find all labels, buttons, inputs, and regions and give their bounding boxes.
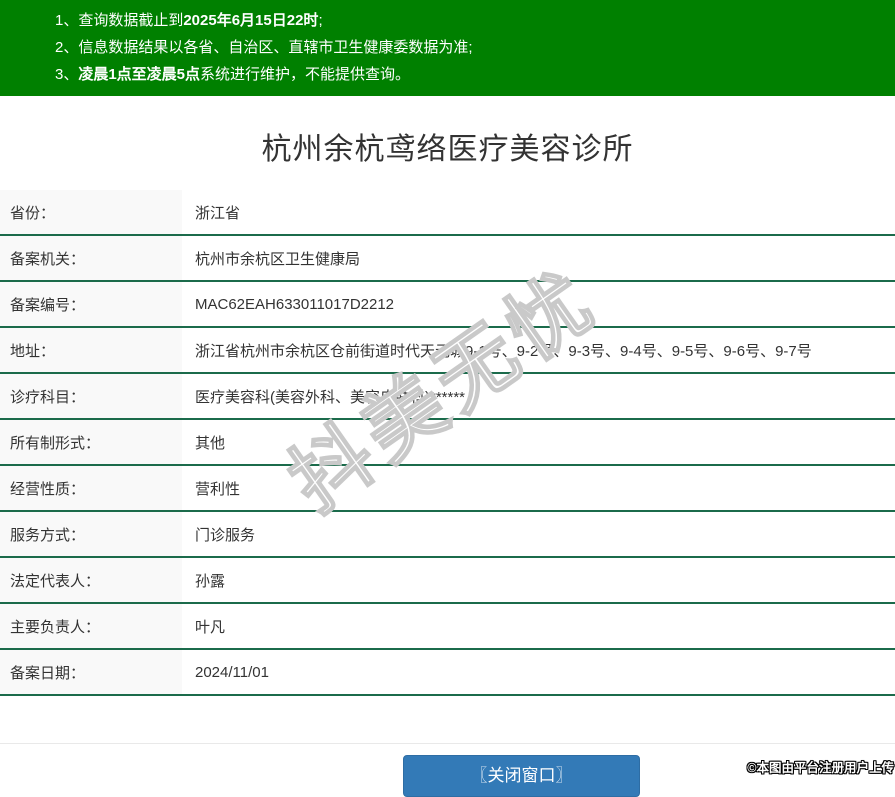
table-row: 诊疗科目： 医疗美容科(美容外科、美容皮肤科)****** xyxy=(0,374,895,420)
row-label: 备案机关： xyxy=(0,236,182,280)
row-value: 2024/11/01 xyxy=(195,663,269,681)
notice-line-2: 2、信息数据结果以各省、自治区、直辖市卫生健康委数据为准; xyxy=(55,34,885,61)
row-label: 所有制形式： xyxy=(0,420,182,464)
row-value: 浙江省杭州市余杭区仓前街道时代天元城9-1号、9-2号、9-3号、9-4号、9-… xyxy=(195,342,812,360)
notice-3-bold: 凌晨1点至凌晨5点 xyxy=(78,66,201,83)
notice-1-text: 1、查询数据截止到 xyxy=(55,12,184,29)
table-row: 备案机关： 杭州市余杭区卫生健康局 xyxy=(0,236,895,282)
row-label: 备案日期： xyxy=(0,650,182,694)
row-label: 诊疗科目： xyxy=(0,374,182,418)
footer-divider xyxy=(0,743,895,744)
table-row: 经营性质： 营利性 xyxy=(0,466,895,512)
row-label: 地址： xyxy=(0,328,182,372)
row-value: 其他 xyxy=(195,434,226,452)
table-row: 主要负责人： 叶凡 xyxy=(0,604,895,650)
notice-1-bold: 2025年6月15日22时 xyxy=(183,12,319,29)
institution-info-table: 省份： 浙江省 备案机关： 杭州市余杭区卫生健康局 备案编号： MAC62EAH… xyxy=(0,190,895,696)
row-value: 孙露 xyxy=(195,572,226,590)
row-value: 浙江省 xyxy=(195,204,241,222)
row-label: 备案编号： xyxy=(0,282,182,326)
platform-upload-stamp: ©本图由平台注册用户上传 xyxy=(747,761,894,775)
table-row: 地址： 浙江省杭州市余杭区仓前街道时代天元城9-1号、9-2号、9-3号、9-4… xyxy=(0,328,895,374)
notice-line-3: 3、凌晨1点至凌晨5点系统进行维护，不能提供查询。 xyxy=(55,61,885,88)
row-label: 省份： xyxy=(0,190,182,234)
notice-bar: 1、查询数据截止到2025年6月15日22时; 2、信息数据结果以各省、自治区、… xyxy=(0,0,895,96)
row-label: 经营性质： xyxy=(0,466,182,510)
notice-2-text: 2、信息数据结果以各省、自治区、直辖市卫生健康委数据为准; xyxy=(55,39,473,56)
table-row: 备案日期： 2024/11/01 xyxy=(0,650,895,696)
row-value: 杭州市余杭区卫生健康局 xyxy=(195,250,361,268)
close-window-button[interactable]: 〖关闭窗口〗 xyxy=(403,755,640,797)
row-value: 医疗美容科(美容外科、美容皮肤科)****** xyxy=(195,388,466,406)
table-row: 服务方式： 门诊服务 xyxy=(0,512,895,558)
row-label: 法定代表人： xyxy=(0,558,182,602)
table-row: 所有制形式： 其他 xyxy=(0,420,895,466)
row-value: 叶凡 xyxy=(195,618,226,636)
table-row: 省份： 浙江省 xyxy=(0,190,895,236)
notice-1-post: ; xyxy=(318,12,323,29)
page-title: 杭州余杭鸢络医疗美容诊所 xyxy=(261,133,634,166)
table-row: 法定代表人： 孙露 xyxy=(0,558,895,604)
notice-3-post: 系统进行维护，不能提供查询。 xyxy=(200,66,411,83)
row-value: MAC62EAH633011017D2212 xyxy=(195,295,395,313)
table-row: 备案编号： MAC62EAH633011017D2212 xyxy=(0,282,895,328)
row-value: 门诊服务 xyxy=(195,526,256,544)
row-label: 服务方式： xyxy=(0,512,182,556)
row-label: 主要负责人： xyxy=(0,604,182,648)
row-value: 营利性 xyxy=(195,480,241,498)
notice-line-1: 1、查询数据截止到2025年6月15日22时; xyxy=(55,7,885,34)
notice-3-text: 3、 xyxy=(55,66,79,83)
